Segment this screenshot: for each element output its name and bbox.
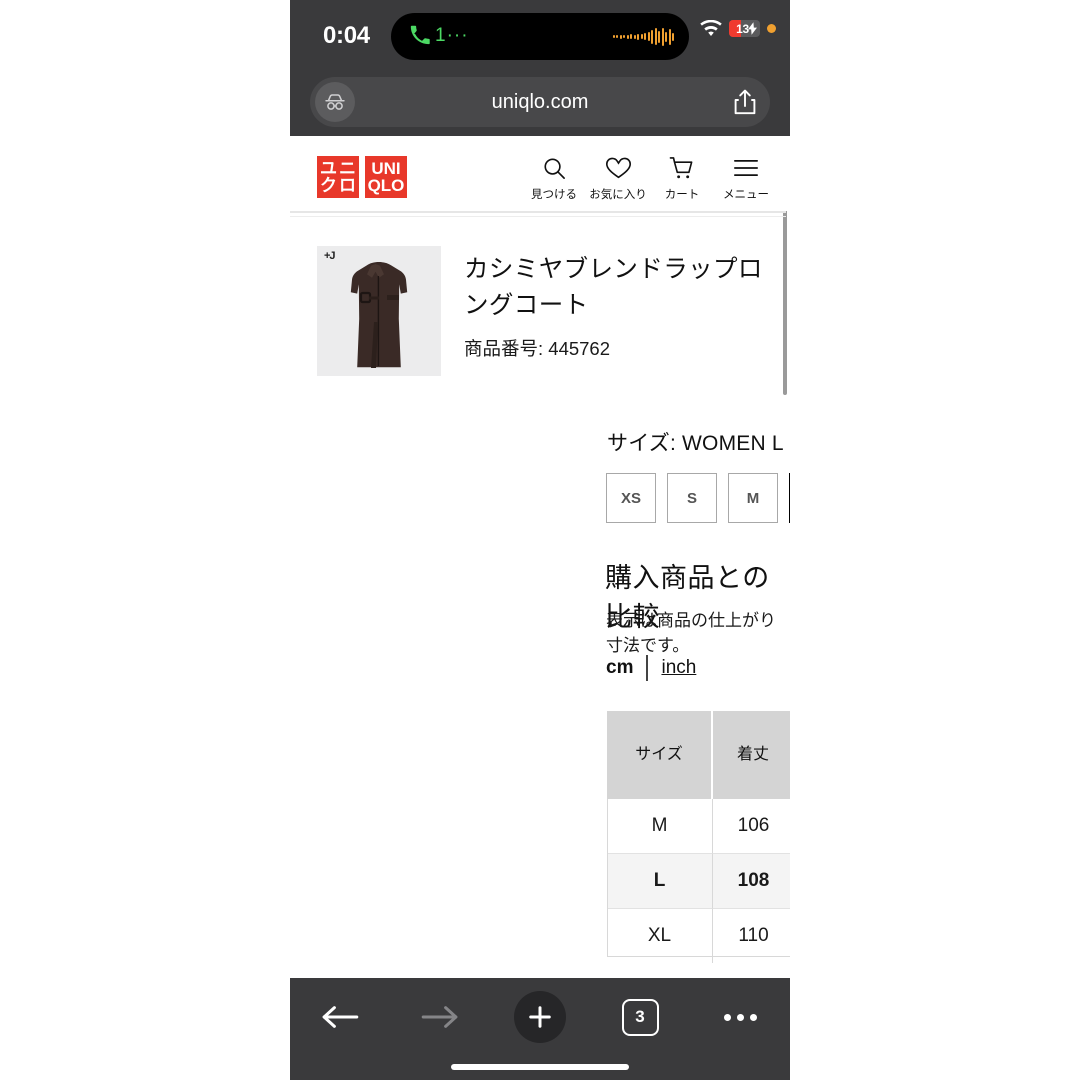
product-title: カシミヤブレンドラップロングコート	[464, 256, 763, 319]
call-duration-label: 1···	[435, 25, 469, 46]
logo-line: UNI	[371, 158, 401, 178]
unit-option-inch[interactable]: inch	[661, 657, 696, 679]
logo-char: ロ	[339, 176, 356, 195]
more-dots-icon	[723, 1013, 757, 1021]
privacy-dot-icon	[767, 24, 776, 33]
uniqlo-logo-katakana: ユニ クロ	[317, 156, 359, 198]
header-divider-top	[290, 211, 786, 213]
table-border-left	[607, 799, 608, 957]
column-header-size: サイズ	[607, 711, 713, 799]
size-option-l[interactable]: L	[789, 473, 790, 523]
phone-screen: 0:04 1··· 13 uniqlo.com ユ ニ ク ロ UNI QLO …	[290, 0, 790, 1080]
size-option-m[interactable]: M	[728, 473, 778, 523]
table-row: M 106 57.5 79 166	[607, 799, 790, 854]
tab-count-label: 3	[621, 998, 659, 1036]
address-bar[interactable]: uniqlo.com	[310, 77, 770, 127]
table-border-bottom	[607, 956, 790, 957]
audio-waveform-icon	[612, 27, 674, 46]
product-code: 商品番号: 445762	[464, 338, 611, 359]
table-row-highlighted: L 108 60.5 80.5 172	[607, 854, 790, 909]
heart-icon	[605, 154, 632, 182]
battery-icon: 13	[729, 20, 760, 37]
column-header-length: 着丈	[713, 711, 790, 799]
search-icon	[542, 154, 567, 182]
new-tab-button[interactable]	[490, 986, 590, 1048]
logo-line: QLO	[367, 176, 405, 195]
comparison-subtitle: 表示は商品の仕上がり寸法です。	[606, 611, 776, 655]
charging-bolt-icon	[748, 22, 757, 37]
nav-item-search[interactable]: 見つける	[522, 154, 586, 202]
unit-toggle: cm inch	[606, 655, 696, 681]
selected-size-label: サイズ: WOMEN L	[607, 432, 784, 455]
forward-arrow-icon	[421, 1006, 458, 1028]
hamburger-menu-icon	[733, 154, 759, 182]
status-bar-clock: 0:04	[323, 22, 370, 49]
uniqlo-logo[interactable]: ユニ クロ UNI QLO	[317, 156, 407, 198]
url-text[interactable]: uniqlo.com	[310, 77, 770, 127]
nav-label: お気に入り	[589, 189, 647, 201]
phone-icon	[409, 24, 431, 48]
nav-label: メニュー	[723, 189, 769, 201]
site-nav: 見つける お気に入り カート メニュー	[522, 154, 778, 202]
size-option-xs[interactable]: XS	[606, 473, 656, 523]
unit-divider	[646, 655, 649, 681]
uniqlo-logo-latin: UNI QLO	[365, 156, 407, 198]
table-header-row: サイズ 着丈 身幅 袾丈 ベルトの長さ	[607, 711, 790, 799]
logo-char: ク	[320, 176, 337, 195]
cart-icon	[669, 154, 695, 182]
cell-size: M	[607, 799, 713, 854]
header-divider-bottom	[290, 216, 786, 217]
status-bar: 0:04 1··· 13	[290, 0, 790, 68]
more-options-button[interactable]	[690, 986, 790, 1048]
tabs-button[interactable]: 3	[590, 986, 690, 1048]
cell-size: L	[607, 854, 713, 909]
nav-item-menu[interactable]: メニュー	[714, 154, 778, 202]
nav-item-favorites[interactable]: お気に入り	[586, 154, 650, 202]
size-option-s[interactable]: S	[667, 473, 717, 523]
forward-button[interactable]	[390, 986, 490, 1048]
size-selector: XS S M L XL XXL	[606, 473, 790, 523]
table-row: XL 110 63.5 81 179	[607, 909, 790, 963]
plus-icon	[529, 1006, 551, 1028]
measurement-table: サイズ 着丈 身幅 袾丈 ベルトの長さ M 106 57.5 79 166 L	[607, 711, 790, 963]
dynamic-island-call[interactable]: 1···	[391, 13, 689, 60]
wifi-icon	[700, 20, 722, 37]
back-button[interactable]	[290, 986, 390, 1048]
plus-j-badge: +J	[324, 250, 336, 262]
product-thumbnail[interactable]: +J	[317, 246, 441, 376]
cell-length: 108	[713, 854, 790, 909]
coat-product-image	[317, 246, 441, 376]
browser-url-bar-zone: uniqlo.com	[290, 68, 790, 136]
cell-size: XL	[607, 909, 713, 963]
browser-bottom-toolbar: 3	[290, 978, 790, 1080]
nav-label: 見つける	[531, 189, 577, 201]
logo-char: ユ	[320, 158, 337, 178]
site-header: ユニ クロ UNI QLO 見つける お気に入り カート メニュー	[290, 136, 790, 217]
home-indicator	[451, 1064, 629, 1070]
unit-option-cm[interactable]: cm	[606, 657, 633, 679]
logo-char: ニ	[339, 158, 356, 178]
cell-length: 106	[713, 799, 790, 854]
back-arrow-icon	[322, 1006, 359, 1028]
nav-label: カート	[664, 189, 700, 201]
share-icon[interactable]	[732, 88, 758, 116]
screenshot-root: 0:04 1··· 13 uniqlo.com ユ ニ ク ロ UNI QLO …	[0, 0, 1080, 1080]
cell-length: 110	[713, 909, 790, 963]
status-bar-indicators: 13	[700, 20, 776, 37]
nav-item-cart[interactable]: カート	[650, 154, 714, 202]
